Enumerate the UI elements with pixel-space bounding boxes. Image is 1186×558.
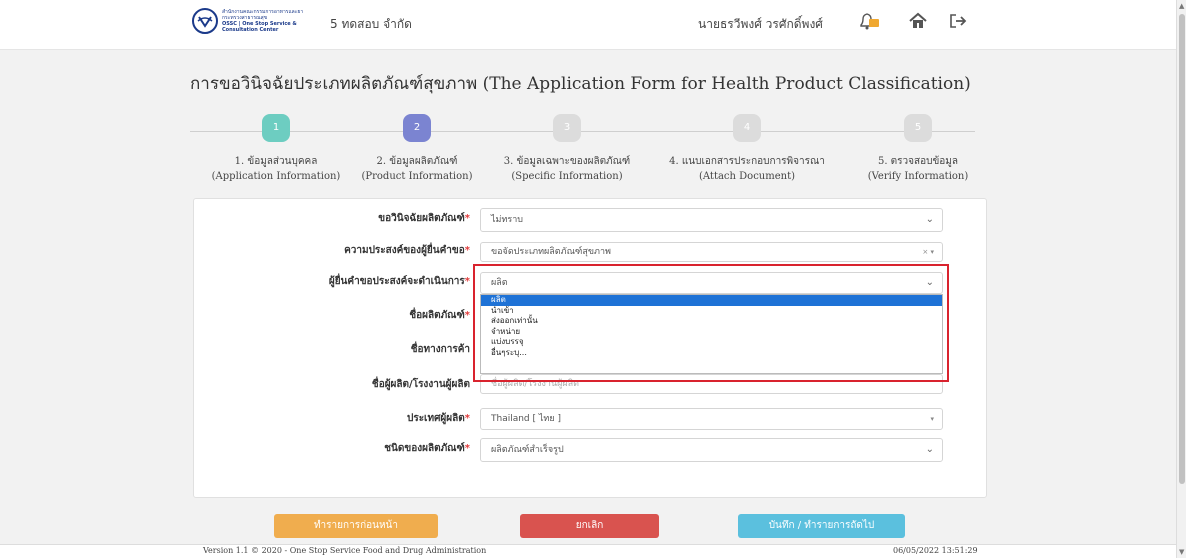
- step-3-label: 3. ข้อมูลเฉพาะของผลิตภัณฑ์: [503, 156, 631, 167]
- page: สำนักงานคณะกรรมการอาหารและยา กระทรวงสาธา…: [0, 0, 1176, 558]
- step-5-label-en: (Verify Information): [867, 171, 969, 182]
- previous-button[interactable]: ทำรายการก่อนหน้า: [274, 514, 438, 538]
- applicant-action-label: ผู้ยื่นคำขอประสงค์จะดำเนินการ*: [328, 276, 470, 287]
- logout-icon[interactable]: [948, 10, 968, 32]
- product-diagnosis-value: ไม่ทราบ: [491, 215, 523, 225]
- chevron-down-icon: ⌄: [925, 214, 934, 225]
- notification-bell-icon[interactable]: [858, 10, 880, 32]
- cancel-button[interactable]: ยกเลิก: [520, 514, 659, 538]
- scroll-up-icon[interactable]: ▲: [1179, 2, 1184, 10]
- header: สำนักงานคณะกรรมการอาหารและยา กระทรวงสาธา…: [0, 0, 1176, 50]
- product-diagnosis-label: ขอวินิจฉัยผลิตภัณฑ์*: [378, 213, 470, 224]
- product-type-select[interactable]: ผลิตภัณฑ์สำเร็จรูป ⌄: [480, 438, 943, 462]
- step-1-badge: 1: [262, 114, 290, 142]
- applicant-purpose-select[interactable]: ขอจัดประเภทผลิตภัณฑ์สุขภาพ × ▾: [480, 242, 943, 262]
- scrollbar-thumb[interactable]: [1179, 14, 1185, 484]
- step-4-label: 4. แนบเอกสารประกอบการพิจารณา: [669, 156, 825, 167]
- logo-text: สำนักงานคณะกรรมการอาหารและยา กระทรวงสาธา…: [222, 9, 304, 33]
- manufacturer-country-value: Thailand [ ไทย ]: [491, 414, 561, 424]
- product-diagnosis-select[interactable]: ไม่ทราบ ⌄: [480, 208, 943, 232]
- scroll-down-icon[interactable]: ▼: [1179, 548, 1184, 556]
- fda-logo: [192, 8, 218, 34]
- manufacturer-country-select[interactable]: Thailand [ ไทย ] ▾: [480, 408, 943, 430]
- manufacturer-country-label: ประเทศผู้ผลิต*: [406, 413, 470, 424]
- step-5-badge: 5: [904, 114, 932, 142]
- timestamp: 06/05/2022 13:51:29: [893, 546, 978, 555]
- step-2-label: 2. ข้อมูลผลิตภัณฑ์: [376, 156, 458, 167]
- product-type-label: ชนิดของผลิตภัณฑ์*: [384, 443, 470, 454]
- step-2-label-en: (Product Information): [361, 171, 473, 182]
- trade-name-label: ชื่อทางการค้า: [410, 344, 470, 355]
- version-text: Version 1.1 © 2020 - One Stop Service Fo…: [203, 546, 487, 555]
- step-3-label-en: (Specific Information): [511, 171, 623, 182]
- caret-down-icon: ▾: [930, 415, 934, 423]
- footer: Version 1.1 © 2020 - One Stop Service Fo…: [0, 544, 1176, 558]
- applicant-purpose-label: ความประสงค์ของผู้ยื่นคำขอ*: [344, 245, 470, 256]
- page-title: การขอวินิจฉัยประเภทผลิตภัณฑ์สุขภาพ (The …: [190, 74, 971, 94]
- applicant-purpose-value: ขอจัดประเภทผลิตภัณฑ์สุขภาพ: [491, 247, 611, 257]
- company-name: 5 ทดสอบ จำกัด: [330, 17, 412, 31]
- step-4-badge: 4: [733, 114, 761, 142]
- username: นายธรวีพงศ์ วรศักดิ์พงศ์: [698, 17, 823, 31]
- clear-dropdown-icon[interactable]: × ▾: [922, 243, 934, 261]
- save-next-button[interactable]: บันทึก / ทำรายการถัดไป: [738, 514, 905, 538]
- step-3-badge: 3: [553, 114, 581, 142]
- red-highlight-box: [473, 264, 949, 382]
- home-icon[interactable]: [908, 10, 928, 32]
- step-4-label-en: (Attach Document): [698, 171, 795, 182]
- manufacturer-label: ชื่อผู้ผลิต/โรงงานผู้ผลิต: [371, 379, 470, 390]
- stepper-line: [190, 131, 975, 132]
- chevron-down-icon: ⌄: [925, 444, 934, 455]
- step-2-badge: 2: [403, 114, 431, 142]
- product-type-value: ผลิตภัณฑ์สำเร็จรูป: [491, 445, 564, 455]
- step-5-label: 5. ตรวจสอบข้อมูล: [877, 156, 959, 167]
- product-name-label: ชื่อผลิตภัณฑ์*: [409, 310, 470, 321]
- scrollbar[interactable]: ▲ ▼: [1176, 0, 1186, 558]
